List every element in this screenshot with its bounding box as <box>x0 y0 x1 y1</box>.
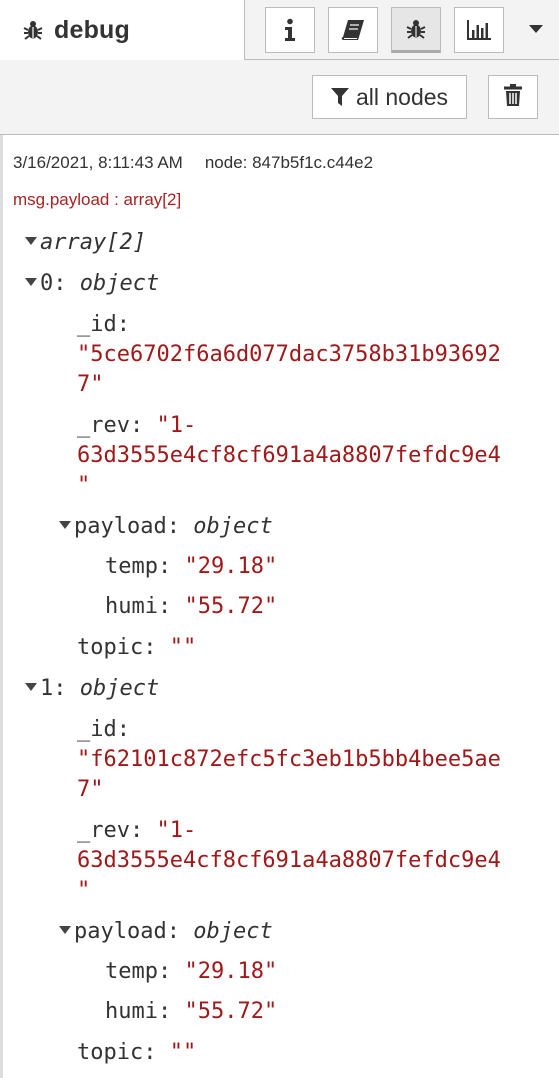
filter-label: all nodes <box>355 83 449 110</box>
caret-down-icon <box>25 683 37 691</box>
root-type: array[2] <box>40 230 146 255</box>
bug-icon <box>405 18 427 40</box>
item-0-id-value-line1: "5ce6702f6a6d077dac3758b31b93692 <box>77 342 501 367</box>
filter-nodes-button[interactable]: all nodes <box>312 75 467 119</box>
tree-item-1[interactable]: 1: object <box>25 674 159 704</box>
info-icon <box>283 18 297 42</box>
item-1-humi: humi: "55.72" <box>105 999 278 1024</box>
caret-down-icon <box>25 237 37 245</box>
filter-icon <box>330 87 349 107</box>
caret-down-icon <box>59 521 71 529</box>
chevron-down-icon <box>529 21 543 39</box>
bar-chart-icon <box>466 19 492 41</box>
tab-help-button[interactable] <box>328 7 378 53</box>
message-node-link[interactable]: node: 847b5f1c.c44e2 <box>205 153 373 172</box>
debug-toolbar: all nodes <box>0 60 559 135</box>
item-0-temp: temp: "29.18" <box>105 554 278 579</box>
item-type: object <box>79 271 160 296</box>
tab-debug[interactable]: debug <box>0 0 245 60</box>
tab-debug-label: debug <box>54 15 130 44</box>
item-1-rev-value-line2: 63d3555e4cf8cf691a4a8807fefdc9e4 <box>77 848 501 873</box>
bug-icon <box>22 19 44 41</box>
item-1-topic: topic: "" <box>77 1040 197 1065</box>
clear-messages-button[interactable] <box>488 75 538 119</box>
tab-debug-button[interactable] <box>391 7 441 53</box>
item-1-temp: temp: "29.18" <box>105 959 278 984</box>
item-0-payload[interactable]: payload: object <box>59 512 273 542</box>
item-0-humi: humi: "55.72" <box>105 594 278 619</box>
item-0-id-key: _id: <box>77 312 130 337</box>
item-0-rev: _rev: "1- <box>77 413 197 438</box>
item-1-id-key: _id: <box>77 717 130 742</box>
caret-down-icon <box>59 926 71 934</box>
item-1-rev: _rev: "1- <box>77 818 197 843</box>
tab-info-button[interactable] <box>265 7 315 53</box>
tab-menu-button[interactable] <box>516 7 556 53</box>
item-0-topic: topic: "" <box>77 635 197 660</box>
item-1-id-value-line1: "f62101c872efc5fc3eb1b5bb4bee5ae <box>77 747 501 772</box>
tree-root-array[interactable]: array[2] <box>25 228 146 258</box>
message-timestamp: 3/16/2021, 8:11:43 AM <box>13 153 183 172</box>
item-0-rev-value-line2: 63d3555e4cf8cf691a4a8807fefdc9e4 <box>77 443 501 468</box>
message-topic: msg.payload : array[2] <box>13 190 182 209</box>
item-index: 0: <box>40 271 80 296</box>
trash-icon <box>504 83 522 111</box>
message-meta: 3/16/2021, 8:11:43 AM node: 847b5f1c.c44e… <box>13 153 373 173</box>
item-index: 1: <box>40 676 80 701</box>
item-0-id-value-line2: 7" <box>77 372 104 397</box>
tree-item-0[interactable]: 0: object <box>25 269 159 299</box>
sidebar-tab-bar: debug <box>0 0 559 60</box>
item-0-rev-value-line3: " <box>77 473 91 498</box>
item-1-payload[interactable]: payload: object <box>59 917 273 947</box>
debug-message-list: 3/16/2021, 8:11:43 AM node: 847b5f1c.c44e… <box>0 135 559 1078</box>
item-1-rev-value-line3: " <box>77 878 91 903</box>
book-icon <box>340 18 366 42</box>
caret-down-icon <box>25 278 37 286</box>
tab-dashboard-button[interactable] <box>454 7 504 53</box>
item-1-id-value-line2: 7" <box>77 777 104 802</box>
item-type: object <box>79 676 160 701</box>
